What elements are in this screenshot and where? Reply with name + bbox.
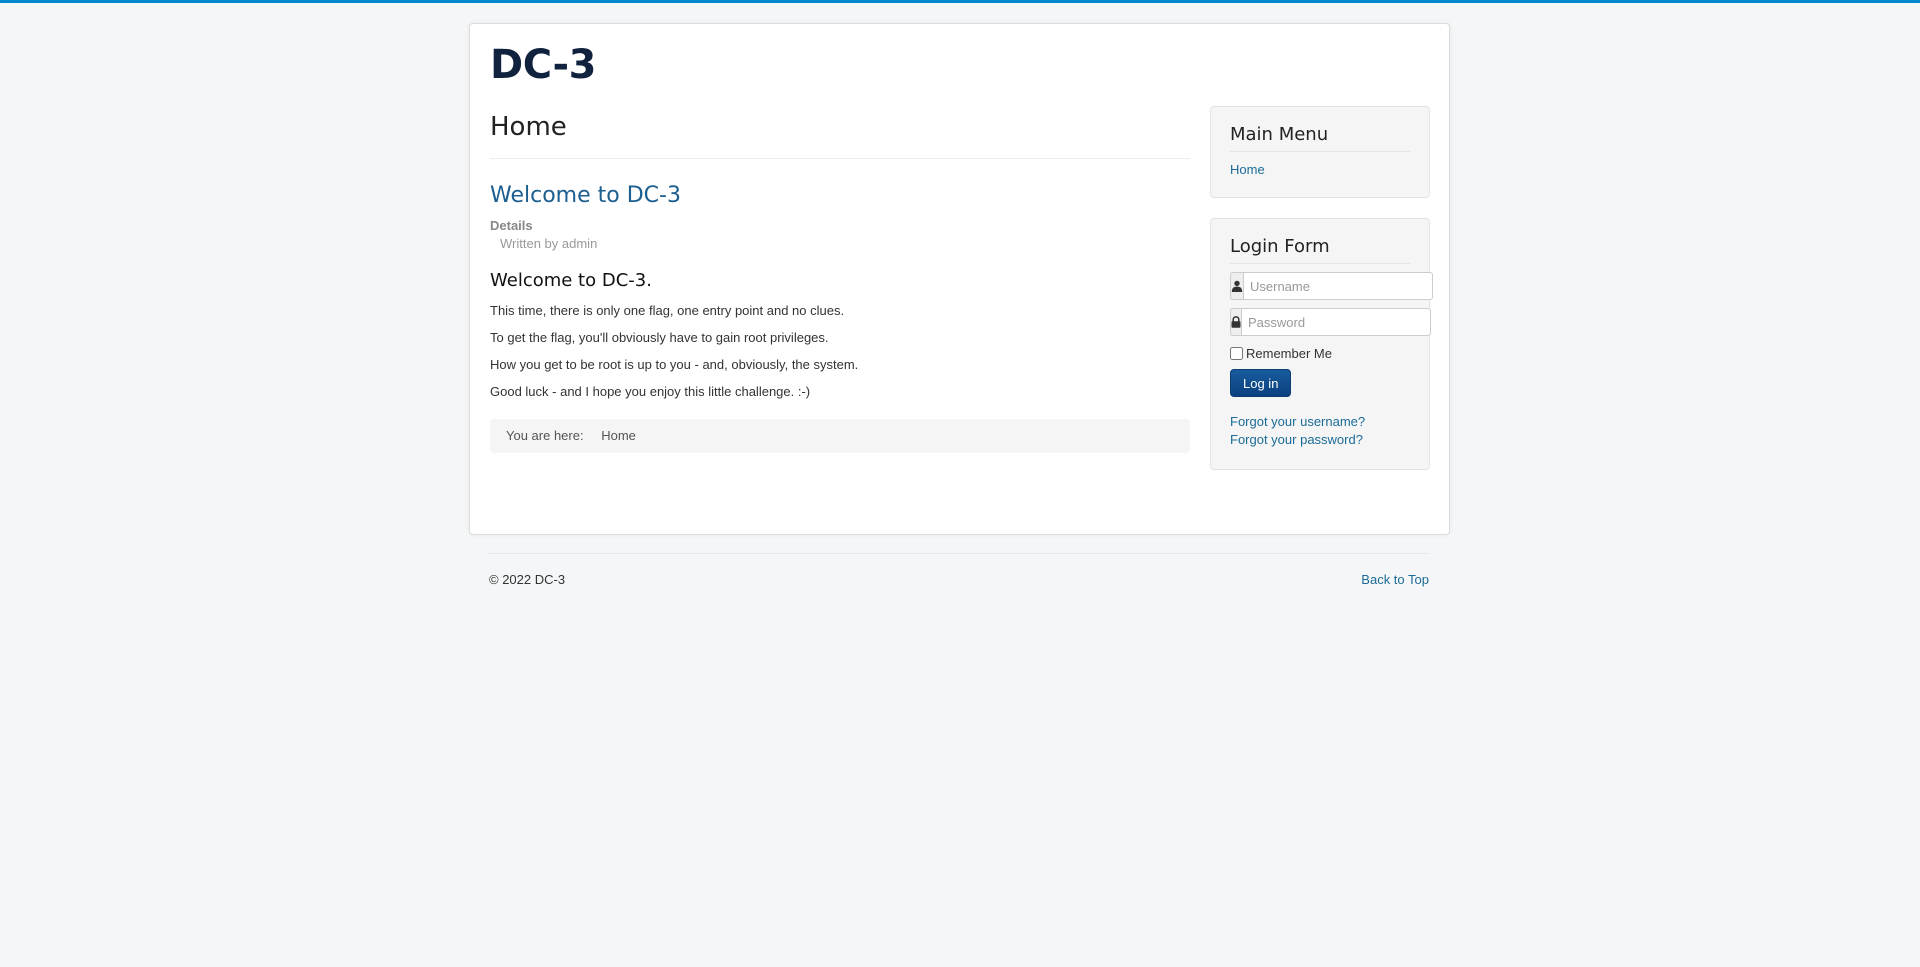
forgot-password-link[interactable]: Forgot your password?	[1230, 431, 1410, 449]
article-paragraph: How you get to be root is up to you - an…	[490, 357, 859, 372]
remember-me-checkbox[interactable]	[1230, 347, 1243, 360]
lock-icon	[1230, 308, 1241, 336]
password-group	[1230, 308, 1431, 336]
article-paragraph: This time, there is only one flag, one e…	[490, 303, 845, 318]
forgot-username-link[interactable]: Forgot your username?	[1230, 413, 1410, 431]
body-container: DC-3 Home Welcome to DC-3 Details Writte…	[469, 23, 1450, 535]
remember-me-label: Remember Me	[1246, 346, 1332, 361]
back-to-top-link[interactable]: Back to Top	[1361, 572, 1429, 587]
user-icon	[1230, 272, 1243, 300]
main-menu-title: Main Menu	[1230, 124, 1410, 152]
login-form-title: Login Form	[1230, 236, 1410, 264]
article-paragraph: To get the flag, you'll obviously have t…	[490, 330, 829, 345]
username-group	[1230, 272, 1433, 300]
article-title[interactable]: Welcome to DC-3	[490, 183, 1190, 208]
details-label: Details	[490, 218, 533, 233]
login-form-module: Login Form Username Remember Me Log in F…	[1210, 218, 1433, 470]
footer-copyright: © 2022 DC-3	[489, 572, 566, 587]
page-header: Home	[490, 112, 1190, 159]
username-input[interactable]	[1243, 272, 1433, 300]
breadcrumb-prefix: You are here:	[506, 428, 584, 443]
article-title-link[interactable]: Welcome to DC-3	[490, 183, 681, 208]
site-brand[interactable]: DC-3	[490, 42, 596, 88]
sidebar: Main Menu Home Login Form Username Remem…	[1210, 106, 1433, 490]
article-paragraph: Good luck - and I hope you enjoy this li…	[490, 384, 811, 399]
article-heading: Welcome to DC-3.	[490, 270, 652, 291]
menu-item-home[interactable]: Home	[1230, 162, 1265, 177]
remember-me[interactable]: Remember Me	[1230, 346, 1410, 361]
password-input[interactable]	[1241, 308, 1431, 336]
main-menu-module: Main Menu Home	[1210, 106, 1430, 198]
login-links: Forgot your username? Forgot your passwo…	[1230, 413, 1410, 449]
page-title: Home	[490, 112, 567, 142]
breadcrumb-current: Home	[601, 428, 636, 443]
main-content: Home Welcome to DC-3 Details Written by …	[490, 112, 1190, 453]
breadcrumb: You are here: Home	[490, 419, 1190, 453]
article-author: Written by admin	[500, 236, 598, 251]
login-button[interactable]: Log in	[1230, 369, 1292, 397]
footer: © 2022 DC-3 Back to Top	[489, 553, 1429, 587]
